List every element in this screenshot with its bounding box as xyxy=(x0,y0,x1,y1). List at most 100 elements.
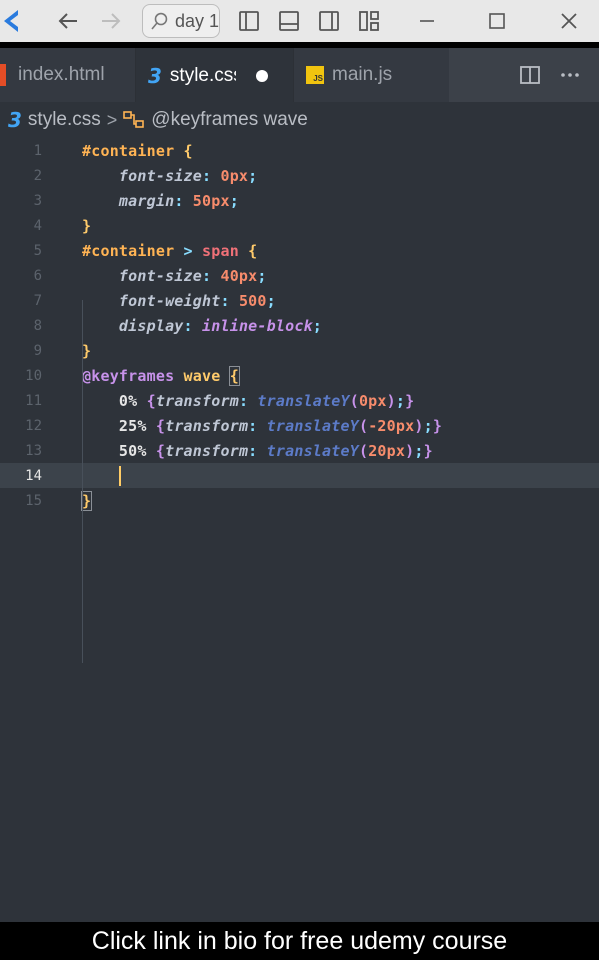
line-number: 14 xyxy=(25,467,42,484)
code-token: inline-block xyxy=(202,316,313,335)
code-token: margin xyxy=(82,191,175,210)
code-token: ; xyxy=(248,166,258,185)
more-actions-icon[interactable] xyxy=(559,64,581,86)
code-line[interactable]: 3 margin: 50px; xyxy=(0,188,599,213)
code-token: @ xyxy=(82,366,92,385)
code-token: ; xyxy=(312,316,323,335)
code-token: : xyxy=(248,416,267,435)
code-token: { xyxy=(228,365,240,386)
line-code: #container { xyxy=(82,142,193,160)
code-line[interactable]: 6 font-size: 40px; xyxy=(0,263,599,288)
code-token: } xyxy=(432,416,443,435)
code-token: display xyxy=(82,316,184,335)
code-token: -20px xyxy=(368,416,415,435)
code-line[interactable]: 13 50% {transform: translateY(20px);} xyxy=(0,438,599,463)
command-center-search[interactable]: day 1 xyxy=(142,4,220,38)
line-code: font-size: 40px; xyxy=(82,267,267,285)
code-line[interactable]: 8 display: inline-block; xyxy=(0,313,599,338)
code-line[interactable]: 2 font-size: 0px; xyxy=(0,163,599,188)
line-code: 50% {transform: translateY(20px);} xyxy=(82,442,433,460)
code-token: } xyxy=(80,490,93,511)
code-line[interactable]: 1 #container { xyxy=(0,138,599,163)
code-line[interactable]: 4} xyxy=(0,213,599,238)
customize-layout-icon[interactable] xyxy=(356,8,382,34)
html-file-icon xyxy=(0,64,6,86)
close-icon[interactable] xyxy=(556,8,582,34)
line-number: 5 xyxy=(33,242,42,259)
search-icon xyxy=(151,12,168,30)
code-token: 20px xyxy=(368,441,406,460)
line-code: font-size: 0px; xyxy=(82,167,257,185)
toggle-primary-sidebar-icon[interactable] xyxy=(236,8,262,34)
code-line[interactable]: 11 0% {transform: translateY(0px);} xyxy=(0,388,599,413)
code-token: : xyxy=(183,316,203,335)
code-line[interactable]: 5 #container > span { xyxy=(0,238,599,263)
split-editor-icon[interactable] xyxy=(519,64,541,86)
code-token: ; xyxy=(257,266,267,285)
minimize-icon[interactable] xyxy=(414,8,440,34)
code-token: #container xyxy=(82,241,175,260)
code-token: ( xyxy=(358,416,369,435)
code-token: 500 xyxy=(238,291,267,310)
tab-style-css[interactable]: 3 style.css xyxy=(136,48,294,102)
tab-label: main.js xyxy=(332,64,393,85)
line-number: 3 xyxy=(33,192,42,209)
code-line[interactable]: 9} xyxy=(0,338,599,363)
code-token: : xyxy=(248,441,267,460)
back-arrow-icon[interactable] xyxy=(55,8,81,34)
line-code: display: inline-block; xyxy=(82,317,322,335)
line-number: 4 xyxy=(33,217,42,234)
line-number: 9 xyxy=(33,342,42,359)
code-token: : xyxy=(174,191,193,210)
code-token: ( xyxy=(349,391,359,410)
unsaved-dot-icon[interactable] xyxy=(255,70,268,82)
maximize-icon[interactable] xyxy=(484,8,510,34)
breadcrumb-symbol[interactable]: @keyframes wave xyxy=(151,109,308,131)
line-number: 11 xyxy=(25,392,42,409)
chevron-right-icon: > xyxy=(106,109,118,130)
code-token: ) xyxy=(414,416,424,435)
tab-index-html[interactable]: index.html xyxy=(0,48,136,102)
code-token: #container xyxy=(82,141,175,160)
code-token: } xyxy=(82,216,92,235)
code-token: font-size xyxy=(82,266,202,285)
code-token: ; xyxy=(423,416,433,435)
line-code: font-weight: 500; xyxy=(82,292,276,310)
code-editor[interactable]: 1 #container {2 font-size: 0px; 3 margin: … xyxy=(0,138,599,922)
code-token: font-size xyxy=(82,166,202,185)
code-line[interactable]: 7 font-weight: 500; xyxy=(0,288,599,313)
editor-actions xyxy=(449,48,599,102)
code-token: 50% xyxy=(82,441,156,460)
breadcrumb-file[interactable]: style.css xyxy=(28,109,101,131)
code-line[interactable]: 14 xyxy=(0,463,599,488)
code-token: } xyxy=(82,341,92,360)
line-code: } xyxy=(82,217,91,235)
line-number: 8 xyxy=(33,317,42,334)
code-line[interactable]: 12 25% {transform: translateY(-20px);} xyxy=(0,413,599,438)
code-token: { xyxy=(174,141,193,160)
tab-main-js[interactable]: JS main.js xyxy=(294,48,450,102)
forward-arrow-icon[interactable] xyxy=(98,8,124,34)
code-token: ; xyxy=(266,291,276,310)
code-line[interactable]: 15} xyxy=(0,488,599,513)
code-token: { xyxy=(155,416,166,435)
code-token: span xyxy=(202,241,239,260)
code-line[interactable]: 10 @keyframes wave { xyxy=(0,363,599,388)
code-token: ; xyxy=(229,191,239,210)
code-token: wave xyxy=(183,366,230,385)
line-code: @keyframes wave { xyxy=(82,365,240,386)
editor-tab-bar: index.html 3 style.css JS main.js xyxy=(0,48,599,102)
toggle-secondary-sidebar-icon[interactable] xyxy=(316,8,342,34)
line-code: } xyxy=(82,342,91,360)
indent-guide xyxy=(82,300,83,663)
vscode-logo-icon xyxy=(4,10,18,32)
code-token: 0% xyxy=(82,391,147,410)
code-token: ( xyxy=(358,441,369,460)
toggle-panel-icon[interactable] xyxy=(276,8,302,34)
code-token: font-weight xyxy=(82,291,221,310)
line-number: 13 xyxy=(25,442,42,459)
line-code: #container > span { xyxy=(82,242,257,260)
code-token: 0px xyxy=(220,166,249,185)
code-token: : xyxy=(220,291,239,310)
line-number: 10 xyxy=(25,367,42,384)
